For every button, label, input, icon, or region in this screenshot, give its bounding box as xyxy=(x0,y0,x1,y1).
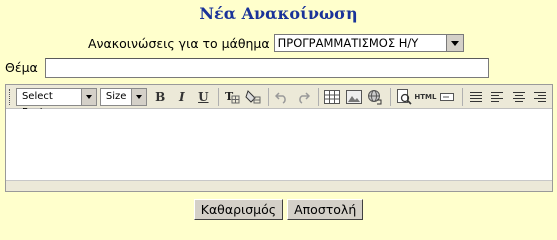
chevron-down-icon[interactable] xyxy=(445,35,463,51)
size-select-value: Size xyxy=(105,90,127,102)
font-select[interactable]: Select Font xyxy=(15,87,97,118)
undo-icon[interactable] xyxy=(272,87,292,107)
align-right-icon[interactable] xyxy=(531,87,551,107)
html-mode-icon[interactable]: HTML xyxy=(414,87,436,107)
toolbar-divider xyxy=(461,87,463,106)
editor-status-bar xyxy=(6,180,552,191)
preview-icon[interactable] xyxy=(394,87,414,107)
form-field-icon[interactable] xyxy=(437,87,457,107)
course-row: Ανακοινώσεις για το μάθημα ΠΡΟΓΡΑΜΜΑΤΙΣΜ… xyxy=(88,33,464,53)
insert-link-icon[interactable] xyxy=(365,87,385,107)
italic-button[interactable]: I xyxy=(172,87,192,107)
course-label: Ανακοινώσεις για το μάθημα xyxy=(88,35,270,51)
editor-content-area[interactable] xyxy=(6,109,552,181)
size-select[interactable]: Size xyxy=(99,87,148,106)
subject-label: Θέμα xyxy=(5,60,38,75)
toolbar-divider xyxy=(218,87,220,106)
page-title: Νέα Ανακοίνωση xyxy=(199,4,358,23)
course-select-value: ΠΡΟΓΡΑΜΜΑΤΙΣΜΟΣ Η/Υ xyxy=(277,36,419,50)
clear-button[interactable]: Καθαρισμός xyxy=(193,199,284,220)
underline-button[interactable]: U xyxy=(194,87,214,107)
justify-icon[interactable] xyxy=(466,87,486,107)
align-center-icon[interactable] xyxy=(509,87,529,107)
align-left-icon[interactable] xyxy=(487,87,507,107)
submit-button[interactable]: Αποστολή xyxy=(287,199,364,220)
text-color-icon[interactable]: T xyxy=(222,87,242,107)
redo-icon[interactable] xyxy=(294,87,314,107)
insert-image-icon[interactable] xyxy=(344,87,364,107)
font-select-value: Select Font xyxy=(21,90,53,118)
toolbar-divider xyxy=(268,87,270,106)
course-select[interactable]: ΠΡΟΓΡΑΜΜΑΤΙΣΜΟΣ Η/Υ xyxy=(273,34,464,52)
subject-input[interactable] xyxy=(45,58,489,78)
toolbar-divider xyxy=(318,87,320,106)
rich-text-editor: Select Font Size B I U T xyxy=(5,84,553,192)
toolbar-divider xyxy=(389,87,391,106)
insert-table-icon[interactable] xyxy=(322,87,342,107)
form-actions: Καθαρισμός Αποστολή xyxy=(0,199,557,220)
toolbar-grip-icon[interactable] xyxy=(9,88,13,105)
chevron-down-icon[interactable] xyxy=(81,88,96,105)
chevron-down-icon[interactable] xyxy=(131,88,147,105)
editor-toolbar: Select Font Size B I U T xyxy=(6,85,552,118)
bold-button[interactable]: B xyxy=(150,87,170,107)
highlight-icon[interactable] xyxy=(244,87,264,107)
